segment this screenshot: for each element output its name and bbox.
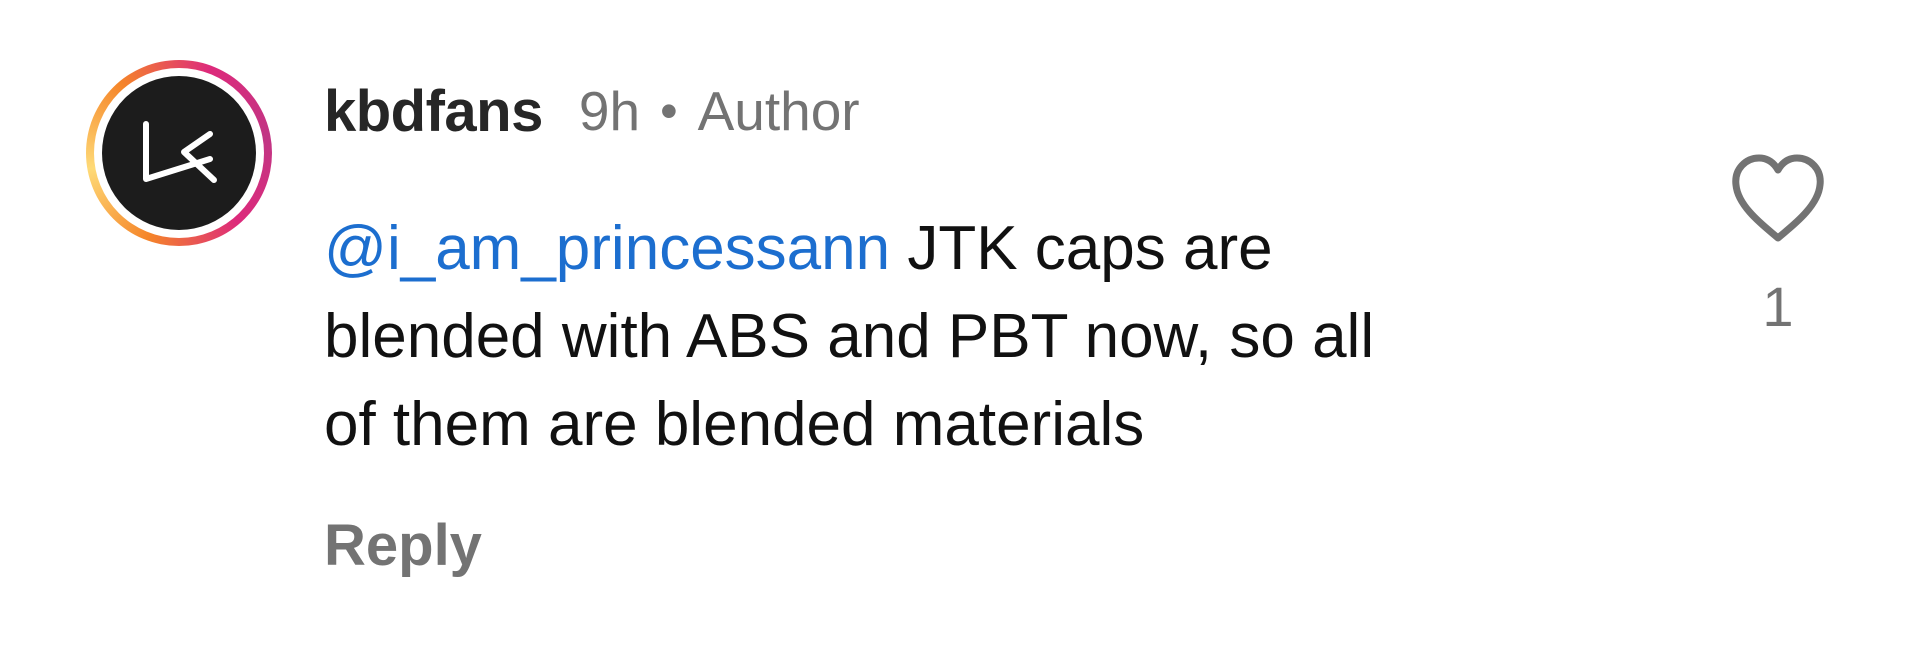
kbdfans-logo-svg <box>143 121 217 183</box>
like-count: 1 <box>1762 275 1794 338</box>
username[interactable]: kbdfans <box>324 78 543 145</box>
reply-button[interactable]: Reply <box>324 512 482 579</box>
like-section: 1 <box>1718 152 1838 339</box>
comment-header: kbdfans 9h • Author <box>324 76 860 146</box>
comment-item: kbdfans 9h • Author @i_am_princessann JT… <box>0 0 1920 646</box>
timestamp: 9h <box>578 80 641 142</box>
heart-icon[interactable] <box>1728 152 1828 244</box>
kbdfans-logo-icon <box>102 76 256 230</box>
separator-dot: • <box>660 83 678 139</box>
comment-text: @i_am_princessann JTK caps are blended w… <box>324 205 1644 469</box>
avatar[interactable] <box>86 60 272 246</box>
mention-link[interactable]: @i_am_princessann <box>324 214 890 283</box>
author-badge: Author <box>697 80 860 142</box>
